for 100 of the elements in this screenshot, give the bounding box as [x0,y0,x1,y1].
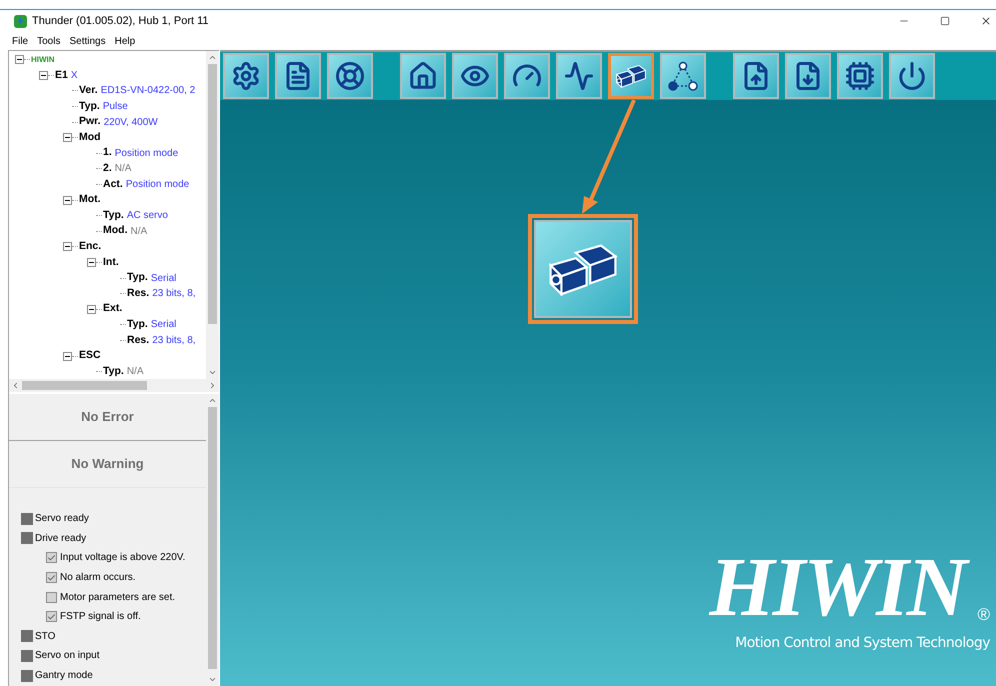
tree-label[interactable]: Typ. [127,317,148,333]
vertical-scrollbar[interactable] [206,51,219,379]
tree-label[interactable]: Int. [103,254,119,270]
collapse-toggle[interactable] [87,304,96,314]
toolbar-button[interactable] [785,53,831,99]
condition-label: No alarm occurs. [60,571,136,586]
scrollbar-thumb[interactable] [208,64,217,324]
window-title: Thunder (01.005.02), Hub 1, Port 11 [32,14,209,29]
tree-label[interactable]: Typ. [103,208,124,224]
tree-label[interactable]: 2. [103,161,112,177]
toolbar-button[interactable] [837,53,883,99]
toolbar-button[interactable] [889,53,935,99]
tree-label[interactable]: Mot. [79,192,101,208]
tree-label[interactable]: Pwr. [79,114,101,130]
toolbar-button[interactable] [223,53,269,99]
tree-label[interactable]: Mod. [103,223,128,240]
tree-value: 220V, 400W [104,116,158,130]
status-label: Gantry mode [35,669,93,684]
tree-value: Serial [150,318,176,332]
collapse-toggle[interactable] [63,196,72,205]
collapse-toggle[interactable] [63,133,72,142]
power-icon [897,61,927,91]
house-icon [408,61,438,91]
tree-label[interactable]: Typ. [127,270,148,286]
scroll-right-icon[interactable] [208,381,217,390]
toolbar-button[interactable] [452,53,498,99]
toolbar-button[interactable] [556,53,602,99]
toolbar-button[interactable] [400,53,446,99]
gear-icon [231,61,261,91]
collapse-toggle[interactable] [63,352,72,361]
toolbar-button[interactable] [504,53,550,99]
scroll-down-icon[interactable] [208,368,217,377]
condition-label: Motor parameters are set. [60,590,176,605]
toolbar-button[interactable] [275,53,321,99]
scroll-left-icon[interactable] [11,381,20,390]
registered-mark: ® [977,606,990,623]
tree-label[interactable]: Mod [79,130,101,146]
waveform-icon [564,61,594,91]
triangle-nodes-icon [667,60,699,92]
checkbox[interactable] [46,592,57,603]
scrollbar-thumb[interactable] [22,381,147,390]
tree-label[interactable]: Ext. [103,301,122,318]
checkbox[interactable] [46,572,57,584]
tree-label[interactable]: ESC [79,348,101,364]
status-label: Drive ready [35,532,86,546]
app-logo-icon [14,14,27,28]
tree-label[interactable]: Act. [103,176,123,192]
tree-value: ED1S-VN-0422-00, 2 [100,84,196,98]
tree-label[interactable]: Res. [127,286,150,302]
condition-label: Input voltage is above 220V. [60,551,186,566]
tree-label[interactable]: Typ. [79,98,100,114]
callout-button[interactable] [534,220,632,318]
motor-pair-icon [547,242,619,296]
status-label: Servo ready [35,512,89,526]
tree-value: N/A [126,365,144,379]
tree-value: Pulse [102,100,128,114]
menu-item[interactable]: Help [114,34,136,48]
tree-label[interactable]: Ver. [79,83,98,99]
toolbar-button[interactable] [660,53,706,99]
menu-item[interactable]: Settings [69,34,106,48]
scroll-up-icon[interactable] [208,53,217,62]
status-label: Servo on input [35,649,100,664]
collapse-toggle[interactable] [87,258,96,268]
brand-logo-text: HIWIN [705,543,976,633]
scroll-up-icon[interactable] [208,396,217,405]
tree-value: 23 bits, 8, [152,334,196,348]
tree-label[interactable]: 1. [103,145,112,162]
close-icon[interactable] [980,15,992,27]
tree-label[interactable]: E1 [55,68,68,84]
toolbar-button[interactable] [327,53,373,99]
tree-value: Position mode [126,178,190,192]
tree-label[interactable]: Enc. [79,239,102,255]
status-label: STO [35,630,56,644]
wheel-icon [335,61,365,91]
motor-pair-icon [615,64,647,88]
menu-item[interactable]: Tools [37,34,60,48]
collapse-toggle[interactable] [15,55,24,64]
brand-tagline: Motion Control and System Technology [735,634,990,653]
tree-value: Serial [150,272,176,286]
checkbox[interactable] [46,552,57,564]
tree-value: AC servo [126,209,168,224]
toolbar-button[interactable] [733,53,779,99]
scrollbar-thumb[interactable] [208,407,217,669]
horizontal-scrollbar[interactable] [9,379,219,392]
tree-value: N/A [130,224,148,239]
collapse-toggle[interactable] [63,242,72,252]
tree-value: 23 bits, 8, [152,287,196,302]
tree-root-label[interactable]: HIWIN [31,54,55,66]
collapse-toggle[interactable] [39,70,48,80]
checkbox[interactable] [46,611,57,622]
toolbar-button[interactable] [608,53,654,99]
scroll-down-icon[interactable] [208,675,217,684]
tree-value: Position mode [114,146,178,161]
tree-value: N/A [114,162,132,176]
tree-label[interactable]: Res. [127,332,150,348]
condition-label: FSTP signal is off. [60,610,141,624]
menu-item[interactable]: File [12,34,28,48]
maximize-icon[interactable] [940,16,950,26]
tree-value: X [70,68,78,83]
tree-label[interactable]: Typ. [103,364,124,379]
